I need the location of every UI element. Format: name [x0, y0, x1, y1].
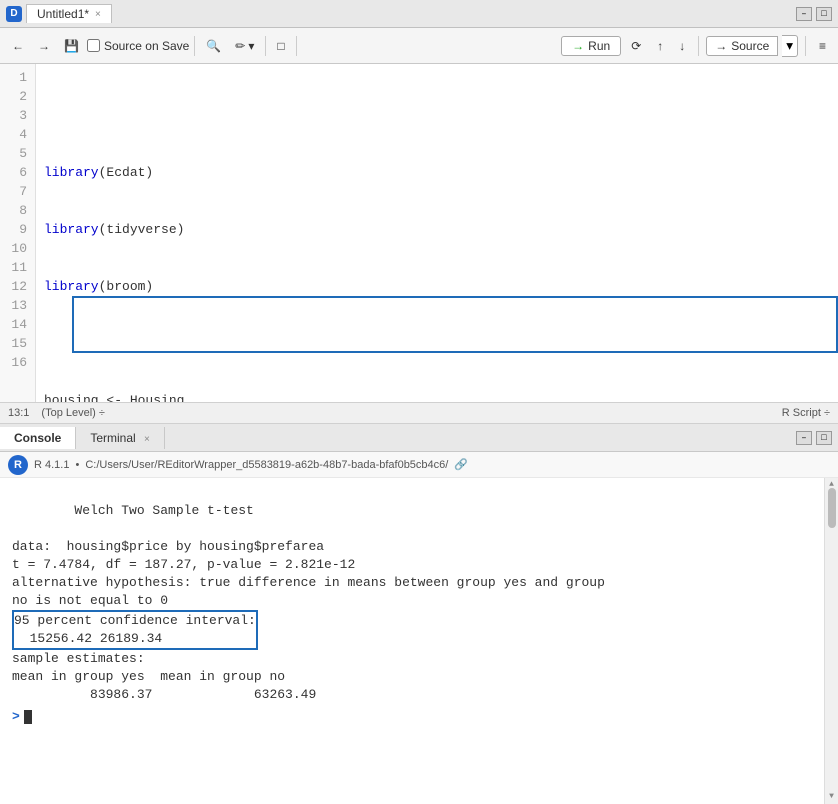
menu-icon: ≡ — [819, 39, 826, 53]
menu-button[interactable]: ≡ — [813, 33, 832, 59]
code-line-4 — [44, 334, 830, 353]
cursor-position: 13:1 — [8, 407, 29, 419]
source-on-save-checkbox[interactable] — [87, 39, 100, 52]
group-headers: mean in group yes mean in group no — [12, 669, 285, 684]
tab-terminal[interactable]: Terminal × — [76, 427, 165, 449]
tab-label: Untitled1* — [37, 7, 89, 21]
search-button[interactable]: 🔍 — [200, 33, 227, 59]
confidence-interval-box: 95 percent confidence interval: 15256.42… — [12, 610, 258, 650]
win-maximize[interactable]: □ — [816, 7, 832, 21]
back-button[interactable]: ← — [6, 33, 30, 59]
output-line3: t = 7.4784, df = 187.27, p-value = 2.821… — [12, 557, 355, 572]
toolbar-sep-2 — [265, 36, 266, 56]
wand-dropdown-icon: ▾ — [248, 39, 254, 53]
back-icon: ← — [12, 39, 24, 53]
run-arrow-icon: → — [572, 39, 584, 53]
code-level: (Top Level) ÷ — [41, 407, 105, 419]
tab-console[interactable]: Console — [0, 427, 76, 449]
code-line-1: library(Ecdat) — [44, 163, 830, 182]
code-content[interactable]: library(Ecdat) library(tidyverse) librar… — [36, 64, 838, 402]
ci-label: 95 percent confidence interval: — [14, 613, 256, 628]
scroll-down-arrow[interactable]: ▼ — [825, 790, 838, 804]
r-logo: R — [8, 455, 28, 475]
terminal-close[interactable]: × — [144, 434, 150, 445]
output-line2: data: housing$price by housing$prefarea — [12, 539, 324, 554]
wand-icon: ✏ — [235, 39, 245, 53]
rect-button[interactable]: □ — [271, 33, 290, 59]
path-link-icon: 🔗 — [454, 458, 468, 471]
win-minimize[interactable]: – — [796, 7, 812, 21]
save-button[interactable]: 💾 — [58, 33, 85, 59]
cursor — [24, 710, 32, 724]
source-on-save-label[interactable]: Source on Save — [87, 39, 189, 53]
toolbar-sep-1 — [194, 36, 195, 56]
code-editor: 1 2 3 4 5 6 7 8 9 10 11 12 13 14 15 16 l… — [0, 64, 838, 424]
console-panel: R R 4.1.1 • C:/Users/User/REditorWrapper… — [0, 452, 838, 804]
toolbar-sep-5 — [805, 36, 806, 56]
source-arrow-icon: → — [715, 39, 727, 53]
tab-close[interactable]: × — [95, 9, 101, 20]
panel-header: Console Terminal × – □ — [0, 424, 838, 452]
console-path: C:/Users/User/REditorWrapper_d5583819-a6… — [85, 459, 448, 471]
forward-button[interactable]: → — [32, 33, 56, 59]
source-dropdown-button[interactable]: ▾ — [782, 35, 798, 57]
down-icon: ↓ — [679, 39, 685, 53]
run-button[interactable]: → Run — [561, 36, 621, 56]
wand-button[interactable]: ✏ ▾ — [229, 33, 260, 59]
scroll-thumb[interactable] — [828, 488, 836, 528]
toolbar-sep-4 — [698, 36, 699, 56]
up-icon: ↑ — [657, 39, 663, 53]
editor-status-bar: 13:1 (Top Level) ÷ R Script ÷ — [0, 402, 838, 424]
source-chevron-icon: ▾ — [786, 38, 793, 54]
console-prompt-line: > — [12, 708, 826, 726]
sample-estimates-label: sample estimates: — [12, 651, 145, 666]
rerun-button[interactable]: ⟳ — [625, 33, 647, 59]
output-title: Welch Two Sample t-test — [43, 503, 254, 518]
console-path-bar: R R 4.1.1 • C:/Users/User/REditorWrapper… — [0, 452, 838, 478]
toolbar-sep-3 — [296, 36, 297, 56]
prompt-symbol: > — [12, 708, 20, 726]
group-values: 83986.37 63263.49 — [12, 687, 316, 702]
editor-toolbar: ← → 💾 Source on Save 🔍 ✏ ▾ □ → Run ⟳ ↑ ↓ — [0, 28, 838, 64]
save-icon: 💾 — [64, 39, 79, 53]
path-sep: • — [75, 459, 79, 471]
script-type: R Script ÷ — [782, 407, 830, 419]
code-line-2: library(tidyverse) — [44, 220, 830, 239]
editor-tab[interactable]: Untitled1* × — [26, 4, 112, 23]
rect-icon: □ — [277, 39, 284, 53]
down-button[interactable]: ↓ — [673, 33, 691, 59]
r-version: R 4.1.1 — [34, 459, 69, 471]
ci-values: 15256.42 26189.34 — [14, 631, 162, 646]
output-line4: alternative hypothesis: true difference … — [12, 575, 605, 590]
console-scrollbar[interactable]: ▲ ▼ — [824, 478, 838, 804]
search-icon: 🔍 — [206, 39, 221, 53]
code-line-5: housing <- Housing — [44, 391, 830, 402]
output-line5: no is not equal to 0 — [12, 593, 168, 608]
console-win-min[interactable]: – — [796, 431, 812, 445]
code-line-3: library(broom) — [44, 277, 830, 296]
source-button[interactable]: → Source — [706, 36, 778, 56]
line-numbers: 1 2 3 4 5 6 7 8 9 10 11 12 13 14 15 16 — [0, 64, 36, 402]
console-output[interactable]: Welch Two Sample t-test data: housing$pr… — [0, 478, 838, 804]
output-line1 — [12, 521, 20, 536]
title-bar: D Untitled1* × – □ — [0, 0, 838, 28]
app-icon: D — [6, 6, 22, 22]
forward-icon: → — [38, 39, 50, 53]
console-win-max[interactable]: □ — [816, 431, 832, 445]
up-button[interactable]: ↑ — [651, 33, 669, 59]
rerun-icon: ⟳ — [631, 39, 641, 53]
